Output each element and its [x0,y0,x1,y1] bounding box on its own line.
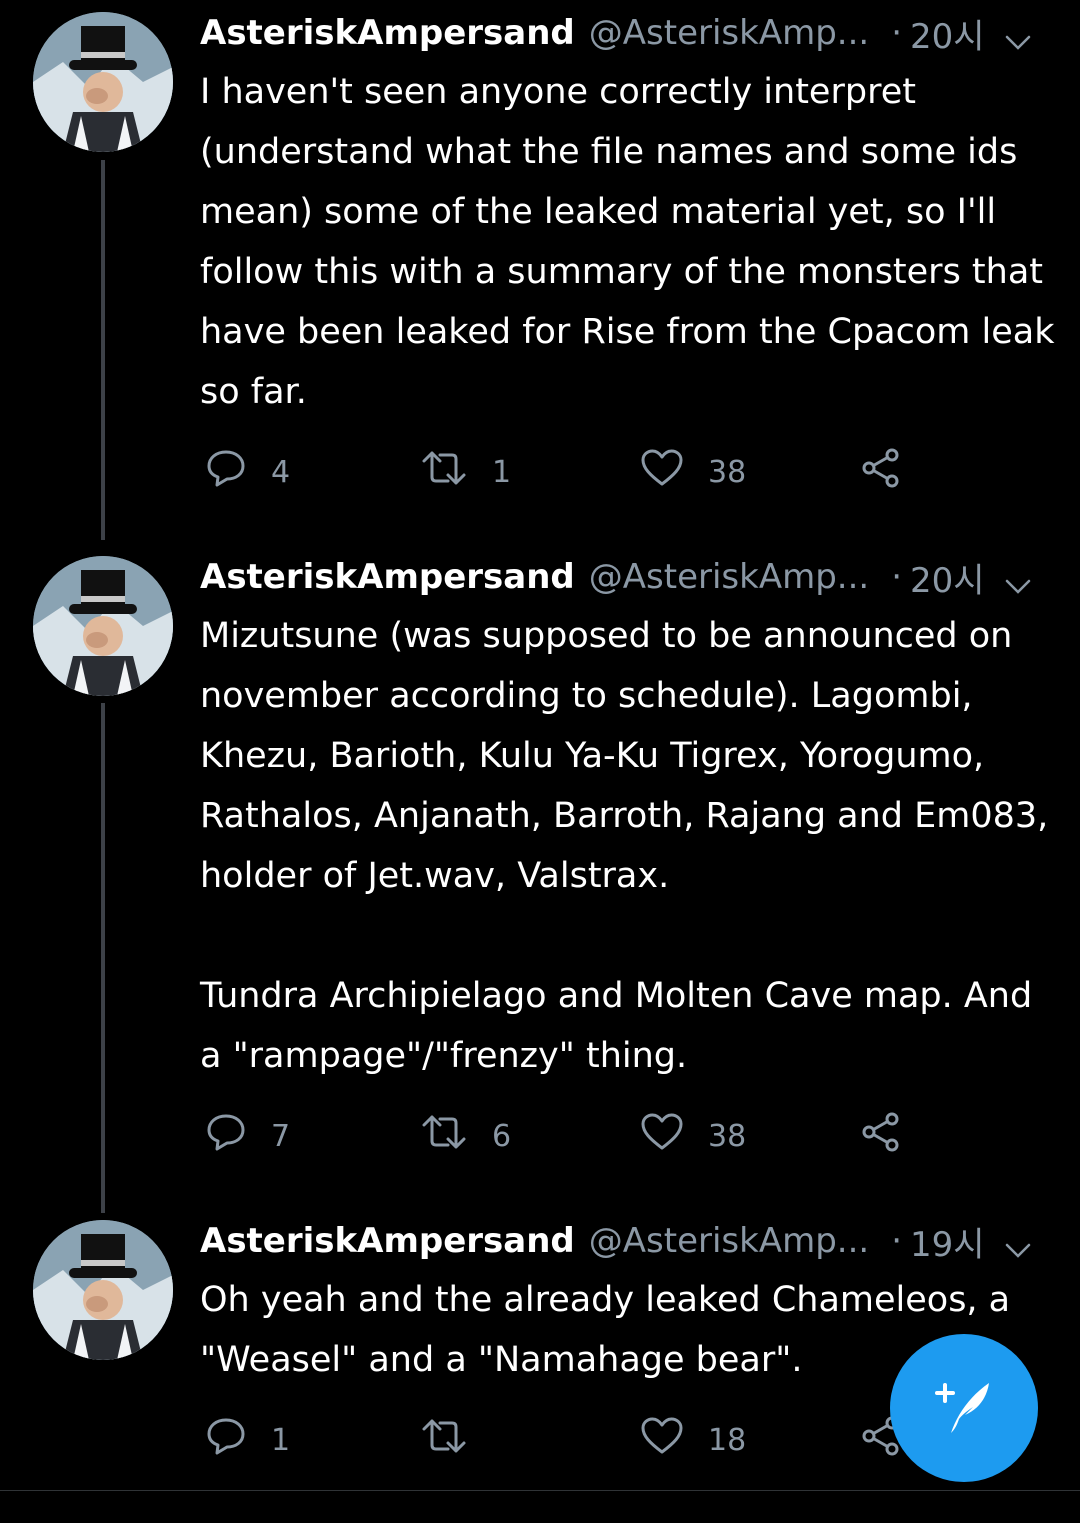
reply-count: 4 [271,454,291,490]
tweet-header: AsteriskAmpersand @AsteriskAmp... · 19시 [200,1210,1060,1272]
retweet-icon [420,1415,492,1465]
retweet-button[interactable]: 1 [420,448,511,496]
reply-button[interactable]: 1 [205,1416,290,1464]
author-handle[interactable]: @AsteriskAmp... [589,1221,869,1261]
like-button[interactable]: 38 [640,1112,746,1160]
avatar[interactable] [33,1220,173,1360]
author-name[interactable]: AsteriskAmpersand [200,557,575,597]
separator-dot: · [891,13,903,53]
like-button[interactable]: 38 [640,448,746,496]
avatar[interactable] [33,556,173,696]
like-count: 18 [708,1422,747,1458]
timestamp[interactable]: 19시 [910,1217,985,1266]
retweet-icon [420,1111,492,1161]
like-count: 38 [708,454,747,490]
compose-tweet-icon [929,1371,999,1445]
heart-icon [640,1112,708,1160]
separator-dot: · [891,557,903,597]
tweet-header: AsteriskAmpersand @AsteriskAmp... · 20시 [200,546,1060,608]
separator-dot: · [891,1221,903,1261]
author-handle[interactable]: @AsteriskAmp... [589,13,869,53]
author-name[interactable]: AsteriskAmpersand [200,13,575,53]
share-button[interactable] [860,1112,926,1160]
action-bar: 1 18 [200,1416,960,1464]
tweet-header: AsteriskAmpersand @AsteriskAmp... · 20시 [200,2,1060,64]
reply-count: 1 [271,1422,291,1458]
reply-icon [205,447,271,497]
like-count: 38 [708,1118,747,1154]
reply-button[interactable]: 7 [205,1112,290,1160]
share-icon [860,447,926,497]
author-name[interactable]: AsteriskAmpersand [200,1221,575,1261]
reply-button[interactable]: 4 [205,448,290,496]
chevron-down-icon[interactable] [1004,22,1032,62]
reply-count: 7 [271,1118,291,1154]
heart-icon [640,1416,708,1464]
reply-icon [205,1415,271,1465]
avatar[interactable] [33,12,173,152]
retweet-button[interactable]: 6 [420,1112,511,1160]
chevron-down-icon[interactable] [1004,566,1032,606]
heart-icon [640,448,708,496]
author-handle[interactable]: @AsteriskAmp... [589,557,869,597]
tweet[interactable]: AsteriskAmpersand @AsteriskAmp... · 20시 … [0,2,1080,522]
chevron-down-icon[interactable] [1004,1230,1032,1270]
tweet[interactable]: AsteriskAmpersand @AsteriskAmp... · 20시 … [0,546,1080,1186]
like-button[interactable]: 18 [640,1416,746,1464]
timestamp[interactable]: 20시 [910,553,985,602]
share-button[interactable] [860,448,926,496]
timestamp[interactable]: 20시 [910,9,985,58]
share-icon [860,1111,926,1161]
compose-tweet-button[interactable] [890,1334,1038,1482]
reply-icon [205,1111,271,1161]
retweet-icon [420,447,492,497]
retweet-count: 1 [492,454,512,490]
bottom-divider [0,1490,1080,1491]
retweet-count: 6 [492,1118,512,1154]
action-bar: 7 6 38 [200,1112,960,1160]
retweet-button[interactable] [420,1416,492,1464]
tweet-text: Mizutsune (was supposed to be announced … [200,616,1049,1076]
action-bar: 4 1 38 [200,448,960,496]
tweet-text: I haven't seen anyone correctly interpre… [200,72,1066,412]
